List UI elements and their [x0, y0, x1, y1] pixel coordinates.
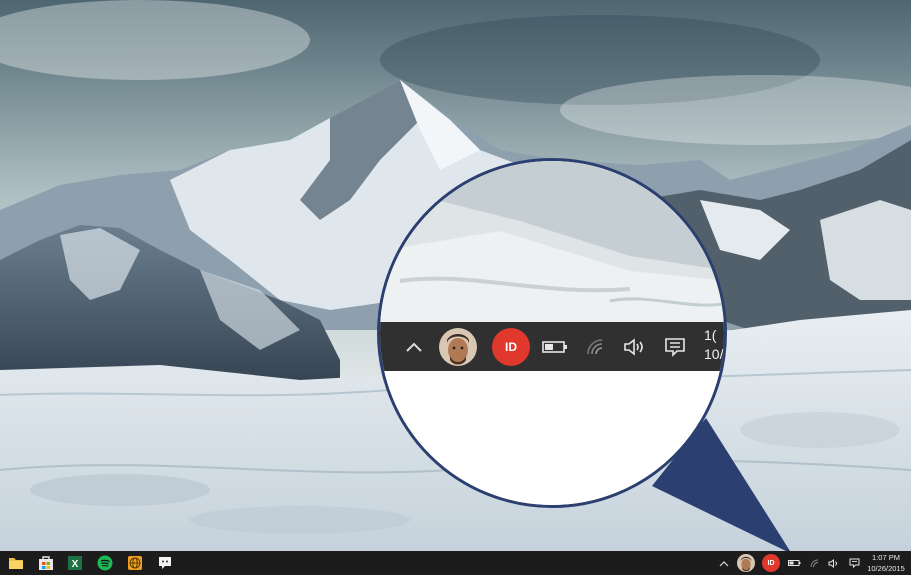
magnifier-callout: ID 1(10/ — [377, 158, 727, 508]
taskbar-clock[interactable]: 1:07 PM 10/26/2015 — [866, 552, 906, 574]
action-center-icon — [849, 558, 859, 568]
chevron-up-icon — [406, 342, 422, 352]
globe-icon — [128, 556, 142, 570]
svg-text:X: X — [72, 559, 79, 570]
battery-tray-button[interactable] — [785, 551, 803, 575]
magnified-clock-date: 10/ — [704, 346, 724, 362]
show-hidden-icons-button[interactable] — [402, 322, 426, 371]
chat-button[interactable] — [155, 553, 175, 573]
network-tray-button[interactable] — [807, 551, 823, 575]
id-tray-button[interactable]: ID — [491, 322, 531, 371]
battery-tray-button[interactable] — [540, 322, 570, 371]
show-hidden-icons-button[interactable] — [716, 551, 732, 575]
volume-icon — [624, 337, 643, 356]
user-avatar — [439, 327, 477, 366]
volume-tray-button[interactable] — [826, 551, 842, 575]
store-icon — [39, 556, 53, 570]
magnified-clock[interactable]: 1( 10/ — [704, 326, 724, 367]
volume-tray-button[interactable] — [620, 322, 650, 371]
id-badge: ID — [492, 327, 530, 366]
action-center-icon — [665, 337, 685, 357]
clock-date: 10/26/2015 — [867, 564, 905, 573]
user-avatar-tray-button[interactable] — [438, 322, 478, 371]
id-tray-button[interactable]: ID — [760, 551, 782, 575]
wifi-icon — [587, 338, 603, 354]
magnified-blank-area — [380, 371, 724, 505]
browser-button[interactable] — [125, 553, 145, 573]
spotify-button[interactable] — [95, 553, 115, 573]
file-explorer-button[interactable] — [6, 553, 26, 573]
action-center-button[interactable] — [846, 551, 862, 575]
volume-icon — [828, 558, 837, 568]
battery-icon — [787, 560, 800, 566]
desktop: ID 1(10/ — [0, 0, 911, 551]
excel-button[interactable]: X — [65, 553, 85, 573]
wifi-icon — [810, 559, 819, 567]
chat-icon — [159, 557, 171, 569]
excel-icon: X — [68, 556, 82, 570]
magnified-clock-time: 1( — [704, 327, 717, 343]
chevron-up-icon — [719, 560, 729, 566]
taskbar: X ID 1:07 PM 10/26/2015 — [0, 551, 911, 575]
battery-icon — [542, 340, 567, 353]
user-avatar-tray-button[interactable] — [735, 551, 757, 575]
id-badge: ID — [762, 554, 780, 572]
spotify-icon — [97, 555, 113, 571]
store-button[interactable] — [36, 553, 56, 573]
action-center-button[interactable] — [661, 322, 689, 371]
magnified-taskbar: ID 1(10/ — [380, 322, 724, 371]
network-tray-button[interactable] — [584, 322, 608, 371]
user-avatar — [737, 554, 755, 572]
clock-time: 1:07 PM — [872, 553, 900, 562]
folder-icon — [9, 558, 23, 569]
